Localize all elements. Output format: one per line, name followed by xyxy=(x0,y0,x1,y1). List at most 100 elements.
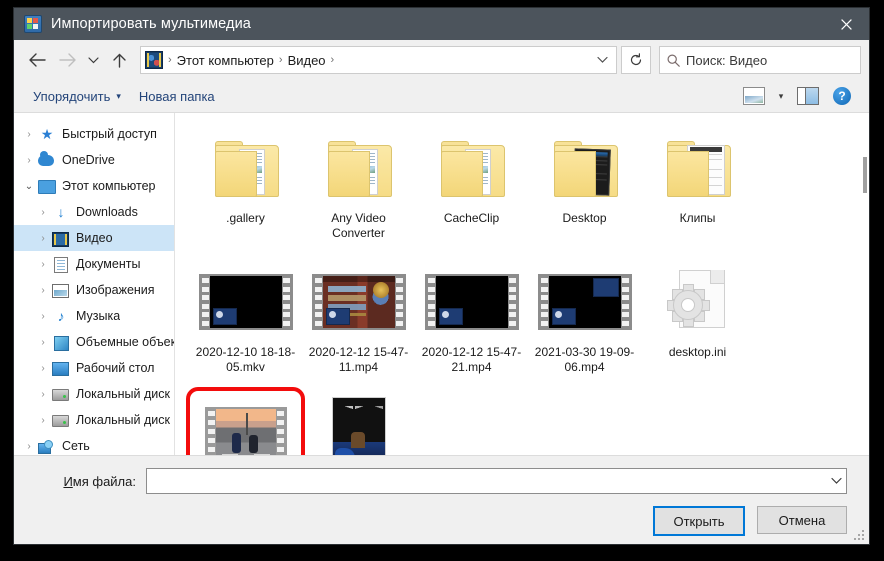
film-perforation xyxy=(395,276,404,328)
resize-grip[interactable] xyxy=(854,530,864,540)
desktop-icon xyxy=(52,360,70,376)
forward-icon xyxy=(52,45,82,75)
chevron-down-icon[interactable]: ⌄ xyxy=(20,181,38,192)
filename-input[interactable] xyxy=(146,468,847,494)
chevron-right-icon[interactable]: › xyxy=(20,441,38,452)
file-item[interactable]: desktop.ini xyxy=(641,257,754,391)
folder-icon xyxy=(327,141,392,197)
chevron-right-icon[interactable]: › xyxy=(34,259,52,270)
back-icon[interactable] xyxy=(22,45,52,75)
filename-label-rest: мя файла: xyxy=(72,473,136,489)
ini-file-icon xyxy=(666,270,727,334)
sidebar-item-1[interactable]: › OneDrive xyxy=(14,147,174,173)
sidebar-item-11[interactable]: › Локальный диск (D xyxy=(14,407,174,433)
up-icon[interactable] xyxy=(104,45,134,75)
sidebar-item-label: OneDrive xyxy=(62,153,115,167)
sidebar-item-9[interactable]: › Рабочий стол xyxy=(14,355,174,381)
screen-background: Импортировать мультимедиа › Этот компьют… xyxy=(0,0,884,561)
film-perforation xyxy=(314,276,323,328)
sidebar-item-12[interactable]: › Сеть xyxy=(14,433,174,455)
sidebar-item-0[interactable]: › ★ Быстрый доступ xyxy=(14,121,174,147)
sidebar-item-label: Сеть xyxy=(62,439,90,453)
file-item[interactable]: Desktop xyxy=(528,123,641,257)
video-thumbnail xyxy=(204,407,287,455)
sidebar-item-4[interactable]: › Видео xyxy=(14,225,174,251)
chevron-right-icon[interactable]: › xyxy=(34,233,52,244)
file-item[interactable]: 2020-12-12 15-47-21.mp4 xyxy=(415,257,528,391)
sidebar-item-label: Локальный диск (D xyxy=(76,413,174,427)
video-thumbnail xyxy=(424,274,519,330)
filename-chevron-down-icon[interactable] xyxy=(825,476,842,487)
address-bar[interactable]: › Этот компьютер › Видео › xyxy=(140,46,617,74)
cancel-button[interactable]: Отмена xyxy=(757,506,847,534)
sidebar-item-6[interactable]: › Изображения xyxy=(14,277,174,303)
chevron-right-icon[interactable]: › xyxy=(34,415,52,426)
chevron-right-icon[interactable]: › xyxy=(34,311,52,322)
file-name-label: 2020-12-10 18-18-05.mkv xyxy=(195,345,296,374)
chevron-right-icon[interactable]: › xyxy=(34,389,52,400)
computer-icon xyxy=(38,178,56,194)
file-item[interactable]: Any Video Converter xyxy=(302,123,415,257)
file-item[interactable]: МЧТ.mp4 xyxy=(302,391,415,455)
sidebar-item-label: Быстрый доступ xyxy=(62,127,157,141)
chevron-right-icon[interactable]: › xyxy=(34,337,52,348)
file-name-label: Клипы xyxy=(679,211,716,225)
filename-row: Имя файла: xyxy=(36,468,847,494)
chevron-right-icon[interactable]: › xyxy=(34,207,52,218)
chevron-right-icon[interactable]: › xyxy=(20,155,38,166)
window-title: Импортировать мультимедиа xyxy=(51,16,251,32)
open-button[interactable]: Открыть xyxy=(653,506,745,536)
pictures-icon xyxy=(52,282,70,298)
navigation-pane: › ★ Быстрый доступ › OneDrive ⌄ Этот компьютер… xyxy=(14,113,175,455)
sidebar-item-7[interactable]: › ♪ Музыка xyxy=(14,303,174,329)
chevron-right-icon[interactable]: › xyxy=(20,129,38,140)
file-grid: .gallery Any Video Converter CacheClip Desk… xyxy=(189,123,861,455)
organize-button[interactable]: Упорядочить ▾ xyxy=(24,86,130,107)
address-folder-icon xyxy=(145,51,163,69)
file-item[interactable]: 2020-12-10 18-18-05.mkv xyxy=(189,257,302,391)
command-bar: Упорядочить ▾ Новая папка ▾ ? xyxy=(14,80,869,113)
filename-label-accesskey: И xyxy=(63,473,73,489)
refresh-icon[interactable] xyxy=(621,46,651,74)
file-item[interactable]: 2021-03-30 19-09-06.mp4 xyxy=(528,257,641,391)
view-mode-button[interactable] xyxy=(737,83,771,109)
help-button[interactable]: ? xyxy=(825,83,859,109)
sidebar-item-5[interactable]: › Документы xyxy=(14,251,174,277)
file-name-label: Desktop xyxy=(562,211,607,225)
file-item[interactable]: Имя отутствует.mov xyxy=(189,391,302,455)
file-item[interactable]: .gallery xyxy=(189,123,302,257)
file-thumbnail xyxy=(666,263,727,341)
file-item[interactable]: CacheClip xyxy=(415,123,528,257)
search-box[interactable]: Поиск: Видео xyxy=(659,46,861,74)
sidebar-item-label: Рабочий стол xyxy=(76,361,155,375)
sidebar-item-label: Музыка xyxy=(76,309,121,323)
chevron-right-icon[interactable]: › xyxy=(34,285,52,296)
file-thumbnail xyxy=(666,129,731,207)
breadcrumb-separator-2: › xyxy=(330,54,335,66)
network-icon xyxy=(38,438,56,454)
sidebar-item-3[interactable]: › ↓ Downloads xyxy=(14,199,174,225)
sidebar-item-8[interactable]: › Объемные объекты xyxy=(14,329,174,355)
new-folder-button[interactable]: Новая папка xyxy=(130,86,224,107)
view-chevron-down-icon: ▾ xyxy=(778,90,784,101)
file-item[interactable]: Клипы xyxy=(641,123,754,257)
video-thumbnail xyxy=(198,274,293,330)
film-perforation xyxy=(207,409,216,455)
file-thumbnail xyxy=(327,129,392,207)
sidebar-item-2[interactable]: ⌄ Этот компьютер xyxy=(14,173,174,199)
film-perforation xyxy=(621,276,630,328)
vertical-scrollbar[interactable] xyxy=(863,157,867,193)
music-icon: ♪ xyxy=(57,308,65,324)
breadcrumb-item-1[interactable]: Видео xyxy=(285,53,329,68)
address-chevron-down-icon[interactable] xyxy=(589,54,616,66)
view-mode-dropdown[interactable]: ▾ xyxy=(771,83,791,109)
sidebar-item-10[interactable]: › Локальный диск (C xyxy=(14,381,174,407)
preview-pane-button[interactable] xyxy=(791,83,825,109)
breadcrumb-item-0[interactable]: Этот компьютер xyxy=(174,53,277,68)
photo-thumbnail xyxy=(331,397,386,455)
file-list-pane[interactable]: .gallery Any Video Converter CacheClip Desk… xyxy=(175,113,869,455)
close-icon[interactable] xyxy=(823,8,869,40)
file-item[interactable]: 2020-12-12 15-47-11.mp4 xyxy=(302,257,415,391)
chevron-right-icon[interactable]: › xyxy=(34,363,52,374)
recent-locations-chevron-down-icon[interactable] xyxy=(82,45,104,75)
